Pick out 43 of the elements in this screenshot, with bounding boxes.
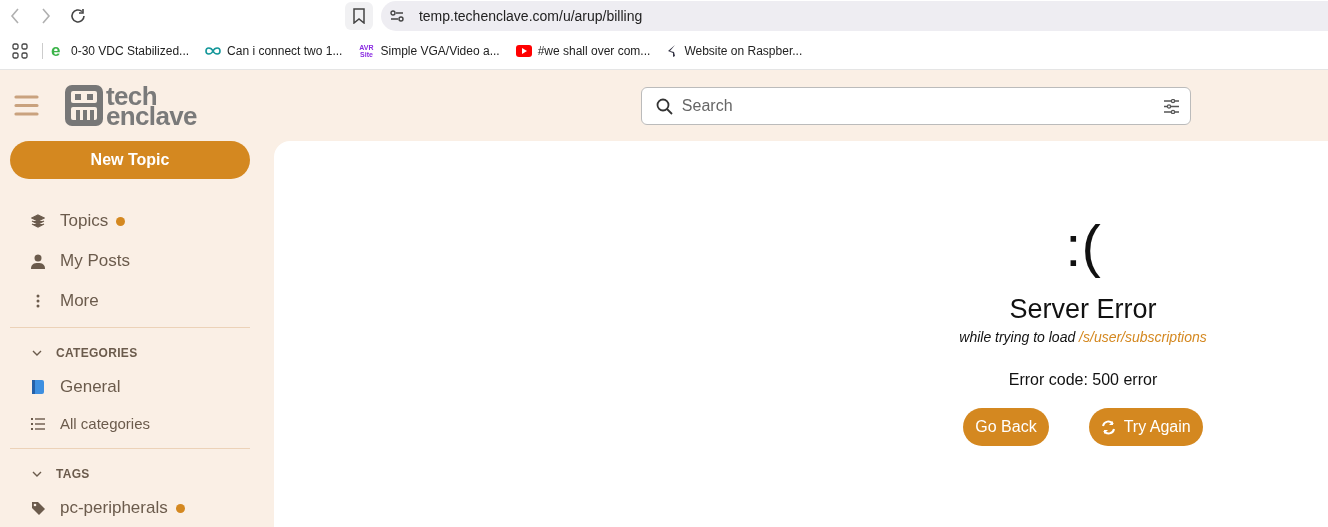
person-icon (31, 253, 45, 269)
sidebar-link[interactable]: My Posts (60, 248, 130, 274)
sidebar-link[interactable]: General (60, 374, 121, 400)
bookmark-icon (352, 8, 365, 24)
vertical-dots-icon (36, 294, 40, 308)
layers-icon (31, 214, 45, 228)
apps-icon[interactable] (12, 42, 28, 59)
error-title: Server Error (1009, 293, 1157, 325)
site-settings-icon[interactable] (389, 10, 404, 22)
bookmark-star-button[interactable] (344, 2, 373, 30)
sidebar-link[interactable]: pc-peripherals (60, 495, 168, 521)
bookmark-link[interactable]: Simple VGA/Video a... (380, 41, 500, 60)
bookmark-favicon: e (51, 42, 62, 59)
sidebar-link[interactable]: Topics (60, 208, 109, 234)
bookmark-link[interactable]: Website on Raspber... (684, 41, 803, 60)
sad-face-text: :( (1065, 212, 1101, 280)
address-bar[interactable]: temp.techenclave.com/u/arup/billing (380, 1, 1328, 31)
refresh-icon (1100, 419, 1116, 435)
section-heading[interactable]: CATEGORIES (56, 344, 138, 362)
sidebar-link[interactable]: All categories (60, 412, 151, 436)
logo-icon (64, 84, 104, 127)
site-logo[interactable]: tech enclave (64, 84, 197, 127)
logo-text: tech (106, 85, 157, 106)
error-message: while trying to load /s/user/subscriptions (959, 328, 1207, 347)
chevron-icon[interactable] (32, 350, 42, 356)
search-icon (655, 97, 673, 115)
logo-text: enclave (106, 105, 197, 126)
bookmark-link[interactable]: Can i connect two 1... (227, 41, 343, 60)
book-icon (31, 379, 45, 395)
url-text: temp.techenclave.com/u/arup/billing (418, 6, 643, 26)
infinity-icon (205, 45, 222, 56)
reload-icon[interactable] (68, 7, 87, 25)
error-code-text: Error code: 500 error (1008, 370, 1158, 390)
play-icon (515, 44, 532, 57)
bookmark-link[interactable]: 0-30 VDC Stabilized... (71, 41, 190, 60)
list-icon (31, 418, 45, 430)
filter-settings-icon[interactable] (1162, 98, 1180, 114)
tag-icon (30, 500, 46, 516)
section-heading[interactable]: TAGS (56, 465, 90, 483)
chevron-icon[interactable] (32, 471, 42, 477)
sidebar-link[interactable]: More (60, 288, 99, 314)
bookmark-link[interactable]: #we shall over com... (537, 41, 651, 60)
search-field[interactable]: Search (640, 86, 1191, 125)
